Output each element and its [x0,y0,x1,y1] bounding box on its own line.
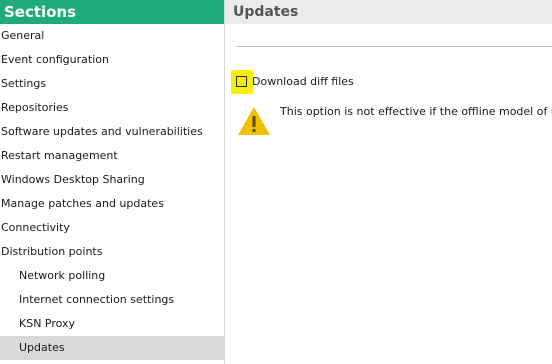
sidebar-item-settings[interactable]: Settings [0,72,224,96]
sidebar-item-updates[interactable]: Updates [0,336,224,360]
sidebar-item-general[interactable]: General [0,24,224,48]
download-diff-files-checkbox[interactable] [236,76,247,87]
sidebar-item-software-updates[interactable]: Software updates and vulnerabilities [0,120,224,144]
sidebar-item-repositories[interactable]: Repositories [0,96,224,120]
sidebar-item-manage-patches[interactable]: Manage patches and updates [0,192,224,216]
sidebar-item-windows-desktop-sharing[interactable]: Windows Desktop Sharing [0,168,224,192]
updates-panel: Updates Download diff files This option … [225,0,552,364]
download-diff-files-label[interactable]: Download diff files [252,75,354,88]
sidebar-item-ksn-proxy[interactable]: KSN Proxy [0,312,224,336]
page-title: Updates [225,0,552,24]
sidebar-item-restart-management[interactable]: Restart management [0,144,224,168]
warning-icon [238,107,270,135]
sidebar-title: Sections [0,0,224,24]
sidebar-item-network-polling[interactable]: Network polling [0,264,224,288]
sidebar-item-internet-connection-settings[interactable]: Internet connection settings [0,288,224,312]
sidebar-item-distribution-points[interactable]: Distribution points [0,240,224,264]
warning-message: This option is not effective if the offl… [280,105,552,118]
sidebar-item-event-configuration[interactable]: Event configuration [0,48,224,72]
sections-sidebar: Sections General Event configuration Set… [0,0,225,364]
sidebar-item-connectivity[interactable]: Connectivity [0,216,224,240]
section-divider [237,46,552,47]
